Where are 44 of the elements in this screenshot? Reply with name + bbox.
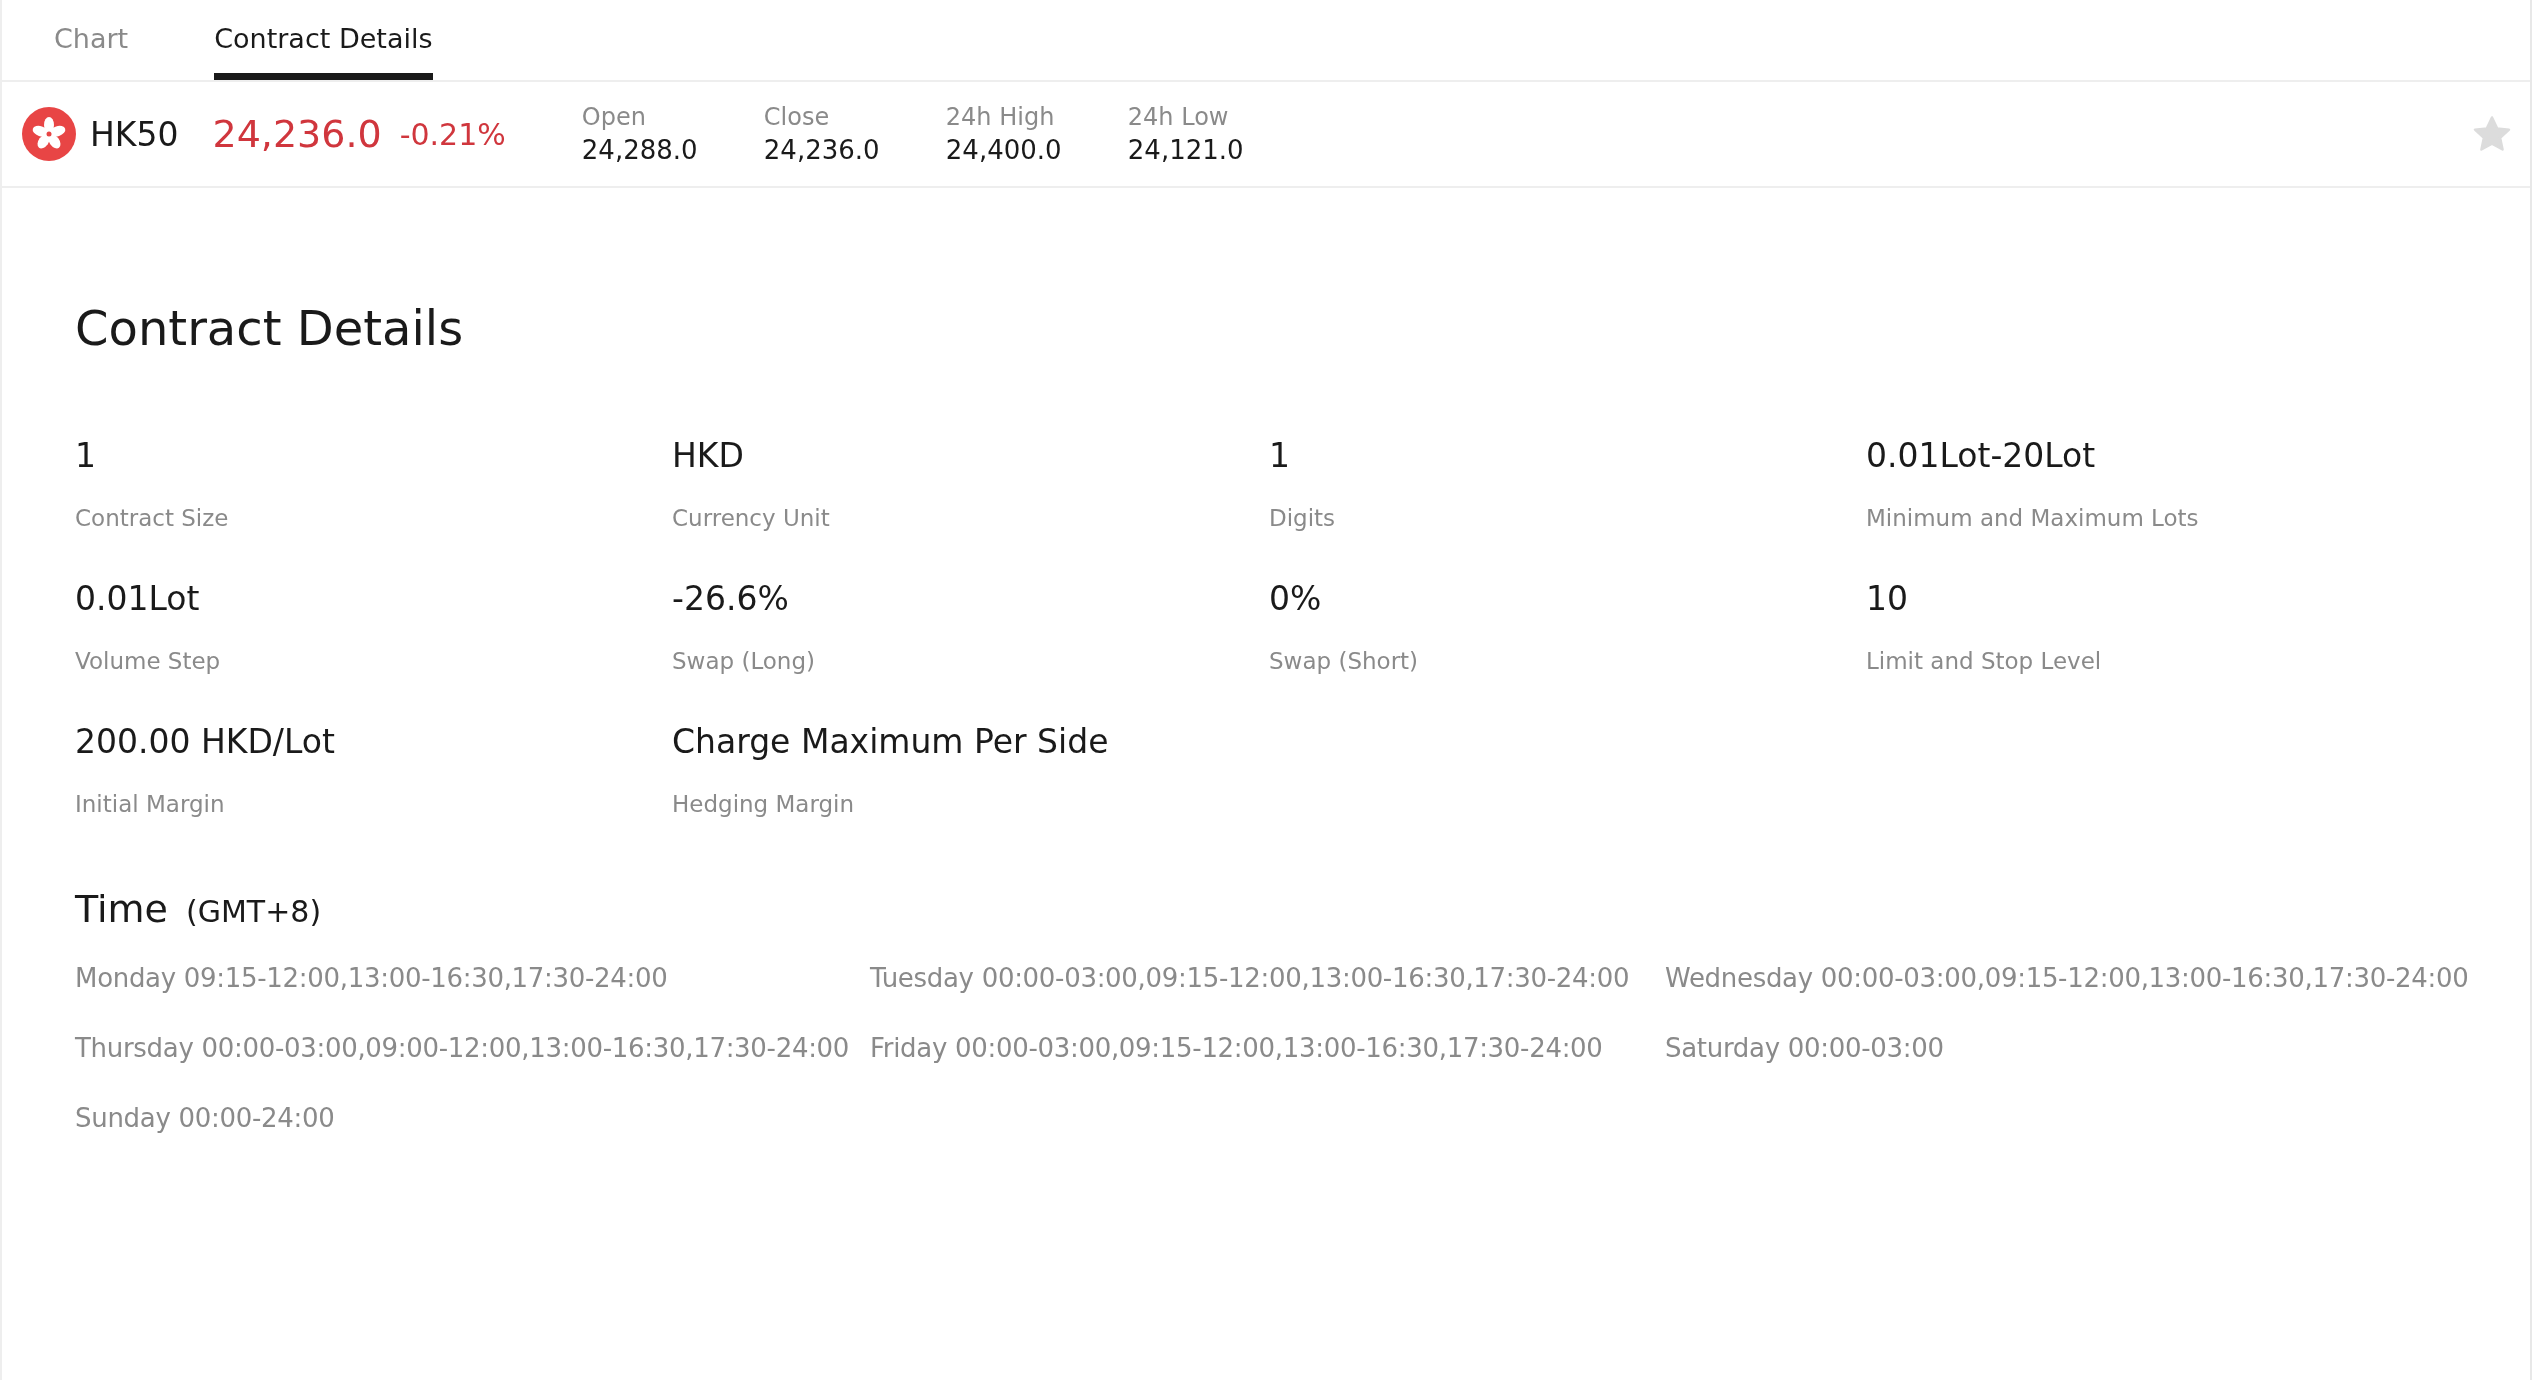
stat-value: 24,400.0	[945, 135, 1063, 165]
spec-value: 0.01Lot-20Lot	[1866, 436, 2097, 475]
spec-label: Limit and Stop Level	[1866, 648, 2103, 674]
spec-label: Currency Unit	[672, 505, 831, 531]
stat-label: 24h High	[945, 103, 1056, 131]
spec-value: 10	[1866, 579, 1909, 618]
spec-value: HKD	[672, 436, 745, 475]
spec-label: Volume Step	[75, 648, 222, 674]
trading-hours-text: Wednesday 00:00-03:00,09:15-12:00,13:00-16:30,17:30-24:00	[1665, 963, 2469, 993]
trading-hours-text: Tuesday 00:00-03:00,09:15-12:00,13:00-16:30,17:30-24:00	[870, 963, 1631, 993]
flower-flag-icon	[22, 107, 76, 161]
stat-label: Open	[581, 103, 647, 131]
spec-value: 1	[1269, 436, 1291, 475]
timezone-label: (GMT+8)	[186, 894, 322, 929]
stat-label: 24h Low	[1127, 103, 1230, 131]
spec-label: Contract Size	[75, 505, 230, 531]
tab[interactable]: Contract Details	[214, 0, 433, 80]
spec-label: Digits	[1269, 505, 1337, 531]
spec-label: Hedging Margin	[672, 791, 856, 817]
spec-label: Minimum and Maximum Lots	[1866, 505, 2200, 531]
spec-label: Initial Margin	[75, 791, 226, 817]
trading-hours-text: Thursday 00:00-03:00,09:00-12:00,13:00-16:30,17:30-24:00	[75, 1033, 851, 1063]
stat-label: Close	[763, 103, 831, 131]
spec-value: Charge Maximum Per Side	[672, 722, 1110, 761]
spec-value: -26.6%	[672, 579, 790, 618]
symbol-name: HK50	[90, 114, 179, 154]
spec-value: 0.01Lot	[75, 579, 201, 618]
section-title: Contract Details	[75, 300, 465, 356]
stat-value: 24,236.0	[763, 135, 881, 165]
spec-value: 0%	[1269, 579, 1323, 618]
trading-hours-text: Monday 09:15-12:00,13:00-16:30,17:30-24:00	[75, 963, 669, 993]
spec-label: Swap (Short)	[1269, 648, 1420, 674]
spec-value: 200.00 HKD/Lot	[75, 722, 336, 761]
spec-value: 1	[75, 436, 97, 475]
trading-hours-text: Saturday 00:00-03:00	[1665, 1033, 1945, 1063]
last-price: 24,236.0	[212, 112, 382, 156]
price-change: -0.21%	[399, 116, 506, 152]
favorite-star-icon[interactable]	[2472, 115, 2512, 153]
stat-value: 24,288.0	[581, 135, 699, 165]
trading-hours-text: Sunday 00:00-24:00	[75, 1103, 336, 1133]
trading-hours-text: Friday 00:00-03:00,09:15-12:00,13:00-16:30,17:30-24:00	[870, 1033, 1604, 1063]
time-title: Time	[75, 887, 168, 931]
spec-label: Swap (Long)	[672, 648, 817, 674]
stat-value: 24,121.0	[1127, 135, 1245, 165]
